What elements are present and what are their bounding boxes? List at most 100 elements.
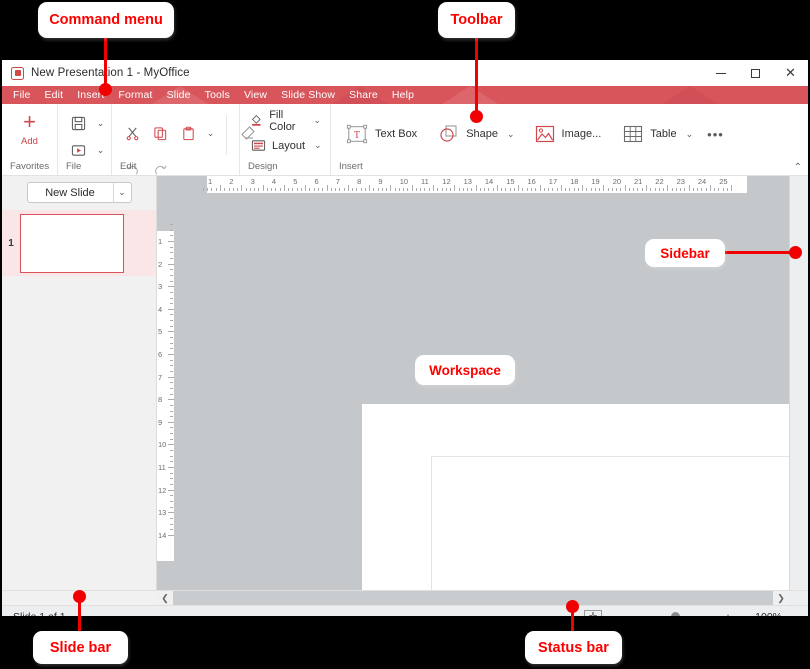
ruler-major-line-h [624,185,626,191]
add-button[interactable]: + Add [9,108,50,148]
ruler-minor-line-h [228,188,230,191]
save-icon [71,116,85,130]
menu-item-edit[interactable]: Edit [38,86,71,104]
ruler-minor-line-h [339,188,341,191]
cut-button[interactable] [119,121,145,145]
ruler-minor-line-v [170,269,173,271]
copy-button[interactable] [147,121,173,145]
ruler-tick-h: 2 [229,177,234,186]
ruler-major-line-h [646,185,647,191]
fit-to-window-icon[interactable] [584,610,602,616]
ribbon-group-favorites: + Add Favorites [2,104,58,175]
image-label: Image... [561,128,602,140]
new-slide-caret[interactable]: ⌄ [112,183,131,202]
slide-page[interactable] [362,404,789,590]
ruler-tick-v: 14 [158,530,167,540]
minimize-button[interactable] [703,60,738,86]
ruler-minor-line-v [170,235,173,237]
menu-item-file[interactable]: File [6,86,38,104]
present-button[interactable] [65,138,91,162]
fill-color-button[interactable]: Fill Color ⌄ [249,108,323,133]
zoom-out-button[interactable]: − [616,610,632,617]
ribbon-collapse-caret[interactable]: ⌃ [794,162,802,173]
menu-item-help[interactable]: Help [385,86,421,104]
close-button[interactable]: ✕ [773,60,808,86]
horizontal-scrollbar[interactable]: ❮ ❯ [2,590,808,606]
menu-item-slide-show[interactable]: Slide Show [274,86,342,104]
ruler-major-line-h [411,185,413,191]
vertical-ruler: 1 2 3 4 5 6 7 8 9 10 11 12 13 14 [157,193,174,590]
maximize-button[interactable] [738,60,773,86]
menu-item-view[interactable]: View [237,86,274,104]
overflow-dots-icon[interactable]: ••• [698,127,733,142]
shape-caret[interactable]: ⌄ [507,129,515,140]
menu-item-share[interactable]: Share [342,86,385,104]
fill-color-caret[interactable]: ⌄ [313,115,321,126]
ruler-tick-v: 6 [158,350,163,359]
menu-item-tools[interactable]: Tools [198,86,237,104]
save-dropdown-caret[interactable]: ⌄ [93,111,108,135]
text-box-button[interactable]: T Text Box [341,110,422,158]
leader-dot-slide-bar [73,590,86,603]
slide-thumbnail[interactable] [20,213,124,273]
paste-icon [182,126,194,140]
minimize-icon [715,72,726,74]
table-button[interactable]: Table ⌄ [618,110,698,158]
ruler-major-line-h [688,185,690,191]
ruler-minor-line-h [697,188,699,191]
command-menu-bar: File Edit Insert Format Slide Tools View… [2,86,808,104]
zoom-in-button[interactable]: + [720,610,736,617]
sidebar-panel[interactable] [789,176,808,590]
annotation-toolbar: Toolbar [438,2,515,38]
ruler-minor-line-h [675,188,677,191]
image-button[interactable]: Image... [530,110,607,158]
ruler-minor-line-v [170,495,173,497]
scrollbar-thumb[interactable] [173,590,773,606]
ruler-minor-line-h [594,188,596,191]
text-box-icon: T [346,124,368,144]
ribbon-group-label-file: File [66,161,82,172]
layout-caret[interactable]: ⌄ [314,140,322,151]
content-placeholder[interactable] [431,456,789,590]
ruler-minor-line-h [352,188,354,191]
ruler-minor-line-h [620,188,622,191]
ruler-tick-h: 15 [506,177,515,186]
annotation-sidebar-label: Sidebar [660,245,710,261]
ruler-minor-line-v [170,393,173,395]
screenshot-root: Command menu Toolbar New Presentation 1 … [0,0,810,669]
table-caret[interactable]: ⌄ [686,129,694,140]
ruler-tick-h: 23 [676,177,685,186]
fill-color-label: Fill Color [269,108,296,133]
menu-item-slide[interactable]: Slide [160,86,198,104]
annotation-slide-bar-label: Slide bar [49,639,112,656]
layout-button[interactable]: Layout ⌄ [249,133,324,158]
present-dropdown-caret[interactable]: ⌄ [93,138,108,162]
zoom-slider-knob[interactable] [671,612,680,616]
ruler-minor-line-h [377,188,379,191]
paste-dropdown-caret[interactable]: ⌄ [203,121,218,145]
ruler-major-line-v [168,444,174,446]
leader-dot-command-menu [99,83,112,96]
scroll-left-arrow[interactable]: ❮ [157,593,173,604]
presentation-app-icon [11,66,24,80]
ruler-minor-line-h [658,188,660,191]
ruler-minor-line-h [458,188,460,191]
zoom-slider[interactable] [636,610,716,616]
ruler-major-line-h [475,185,477,191]
ruler-minor-line-h [415,188,417,191]
new-slide-button[interactable]: New Slide ⌄ [26,182,132,203]
paste-button[interactable] [175,121,201,145]
ruler-minor-line-h [471,188,473,191]
ruler-minor-line-v [170,320,173,322]
zoom-level-caret[interactable]: ⌄ [782,612,804,617]
ribbon-group-insert: T Text Box Shape ⌄ Image... Table ⌄ ••• … [331,104,808,175]
ruler-minor-line-h [398,188,400,191]
scroll-right-arrow[interactable]: ❯ [773,593,789,604]
ruler-major-line-h [518,185,520,191]
slide-thumbnail-row[interactable]: 1 [2,210,156,276]
horizontal-ruler: 1 2 3 4 5 6 7 8 9 10 11 12 13 14 15 16 17 18 19 20 21 22 23 24 2… [157,176,789,193]
save-button[interactable] [65,111,91,135]
ruler-minor-line-v [170,483,173,485]
annotation-command-menu-label: Command menu [49,12,163,28]
menu-item-format[interactable]: Format [111,86,159,104]
